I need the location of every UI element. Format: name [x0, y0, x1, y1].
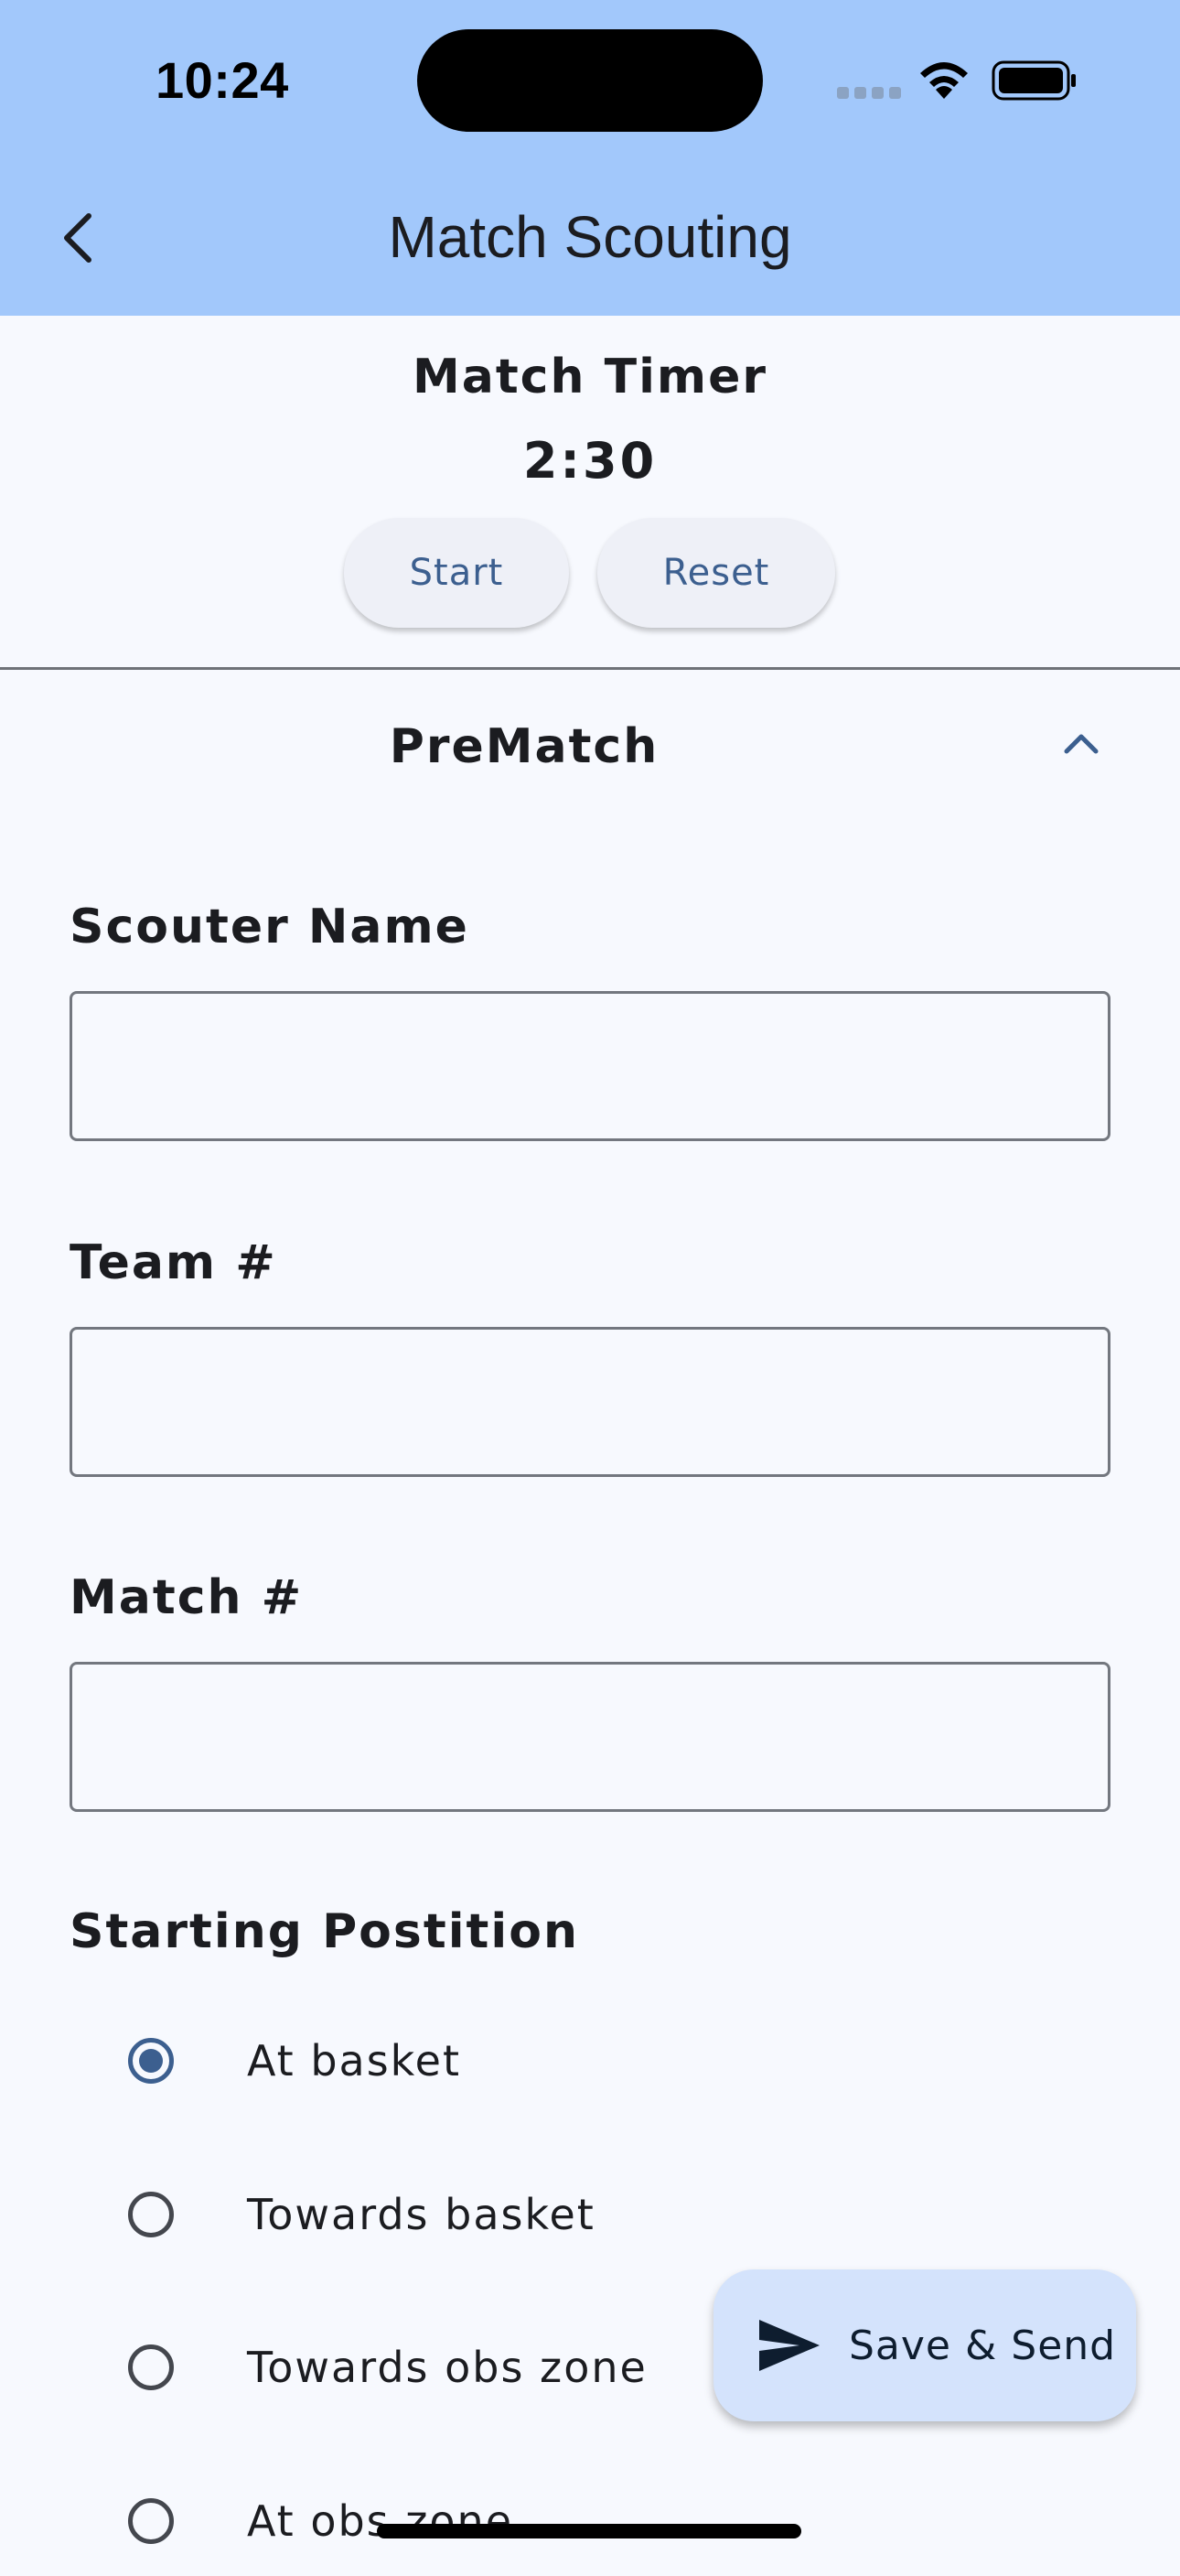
send-icon: [759, 2320, 820, 2371]
starting-position-label: Starting Postition: [70, 1904, 579, 1959]
save-and-send-button[interactable]: Save & Send: [713, 2269, 1136, 2421]
reset-button[interactable]: Reset: [597, 518, 835, 628]
radio-option-at-basket[interactable]: At basket: [101, 2006, 741, 2116]
timer-title: Match Timer: [412, 350, 768, 404]
radio-button[interactable]: [128, 2344, 174, 2390]
radio-button[interactable]: [128, 2192, 174, 2237]
fab-label: Save & Send: [849, 2322, 1117, 2369]
page-title: Match Scouting: [388, 204, 792, 270]
battery-icon: [992, 60, 1076, 101]
radio-option-towards-obs-zone[interactable]: Towards obs zone: [101, 2312, 741, 2422]
divider: [0, 667, 1180, 670]
radio-option-towards-basket[interactable]: Towards basket: [101, 2160, 741, 2269]
match-number-label: Match #: [70, 1570, 304, 1625]
radio-label: At basket: [247, 2036, 462, 2086]
radio-label: Towards obs zone: [247, 2343, 648, 2392]
timer-value: 2:30: [522, 432, 658, 490]
match-number-input[interactable]: [70, 1662, 1110, 1812]
cellular-signal-icon: [837, 87, 901, 100]
team-number-input[interactable]: [70, 1327, 1110, 1477]
home-indicator: [377, 2524, 801, 2538]
chevron-up-icon: [1064, 734, 1099, 754]
radio-label: Towards basket: [247, 2190, 595, 2239]
radio-button[interactable]: [128, 2498, 174, 2544]
scouter-name-label: Scouter Name: [70, 900, 469, 954]
app-bar: 10:24 Match Scouting: [0, 0, 1180, 316]
dynamic-island: [417, 29, 763, 132]
team-number-label: Team #: [70, 1235, 277, 1290]
radio-option-at-obs-zone[interactable]: At obs zone: [101, 2466, 741, 2576]
radio-button[interactable]: [128, 2038, 174, 2084]
wifi-icon: [920, 62, 968, 99]
prematch-section-toggle[interactable]: PreMatch: [0, 672, 1180, 825]
section-title: PreMatch: [389, 719, 660, 774]
status-bar-time: 10:24: [156, 51, 289, 109]
start-button[interactable]: Start: [344, 518, 569, 628]
scouter-name-input[interactable]: [70, 991, 1110, 1141]
